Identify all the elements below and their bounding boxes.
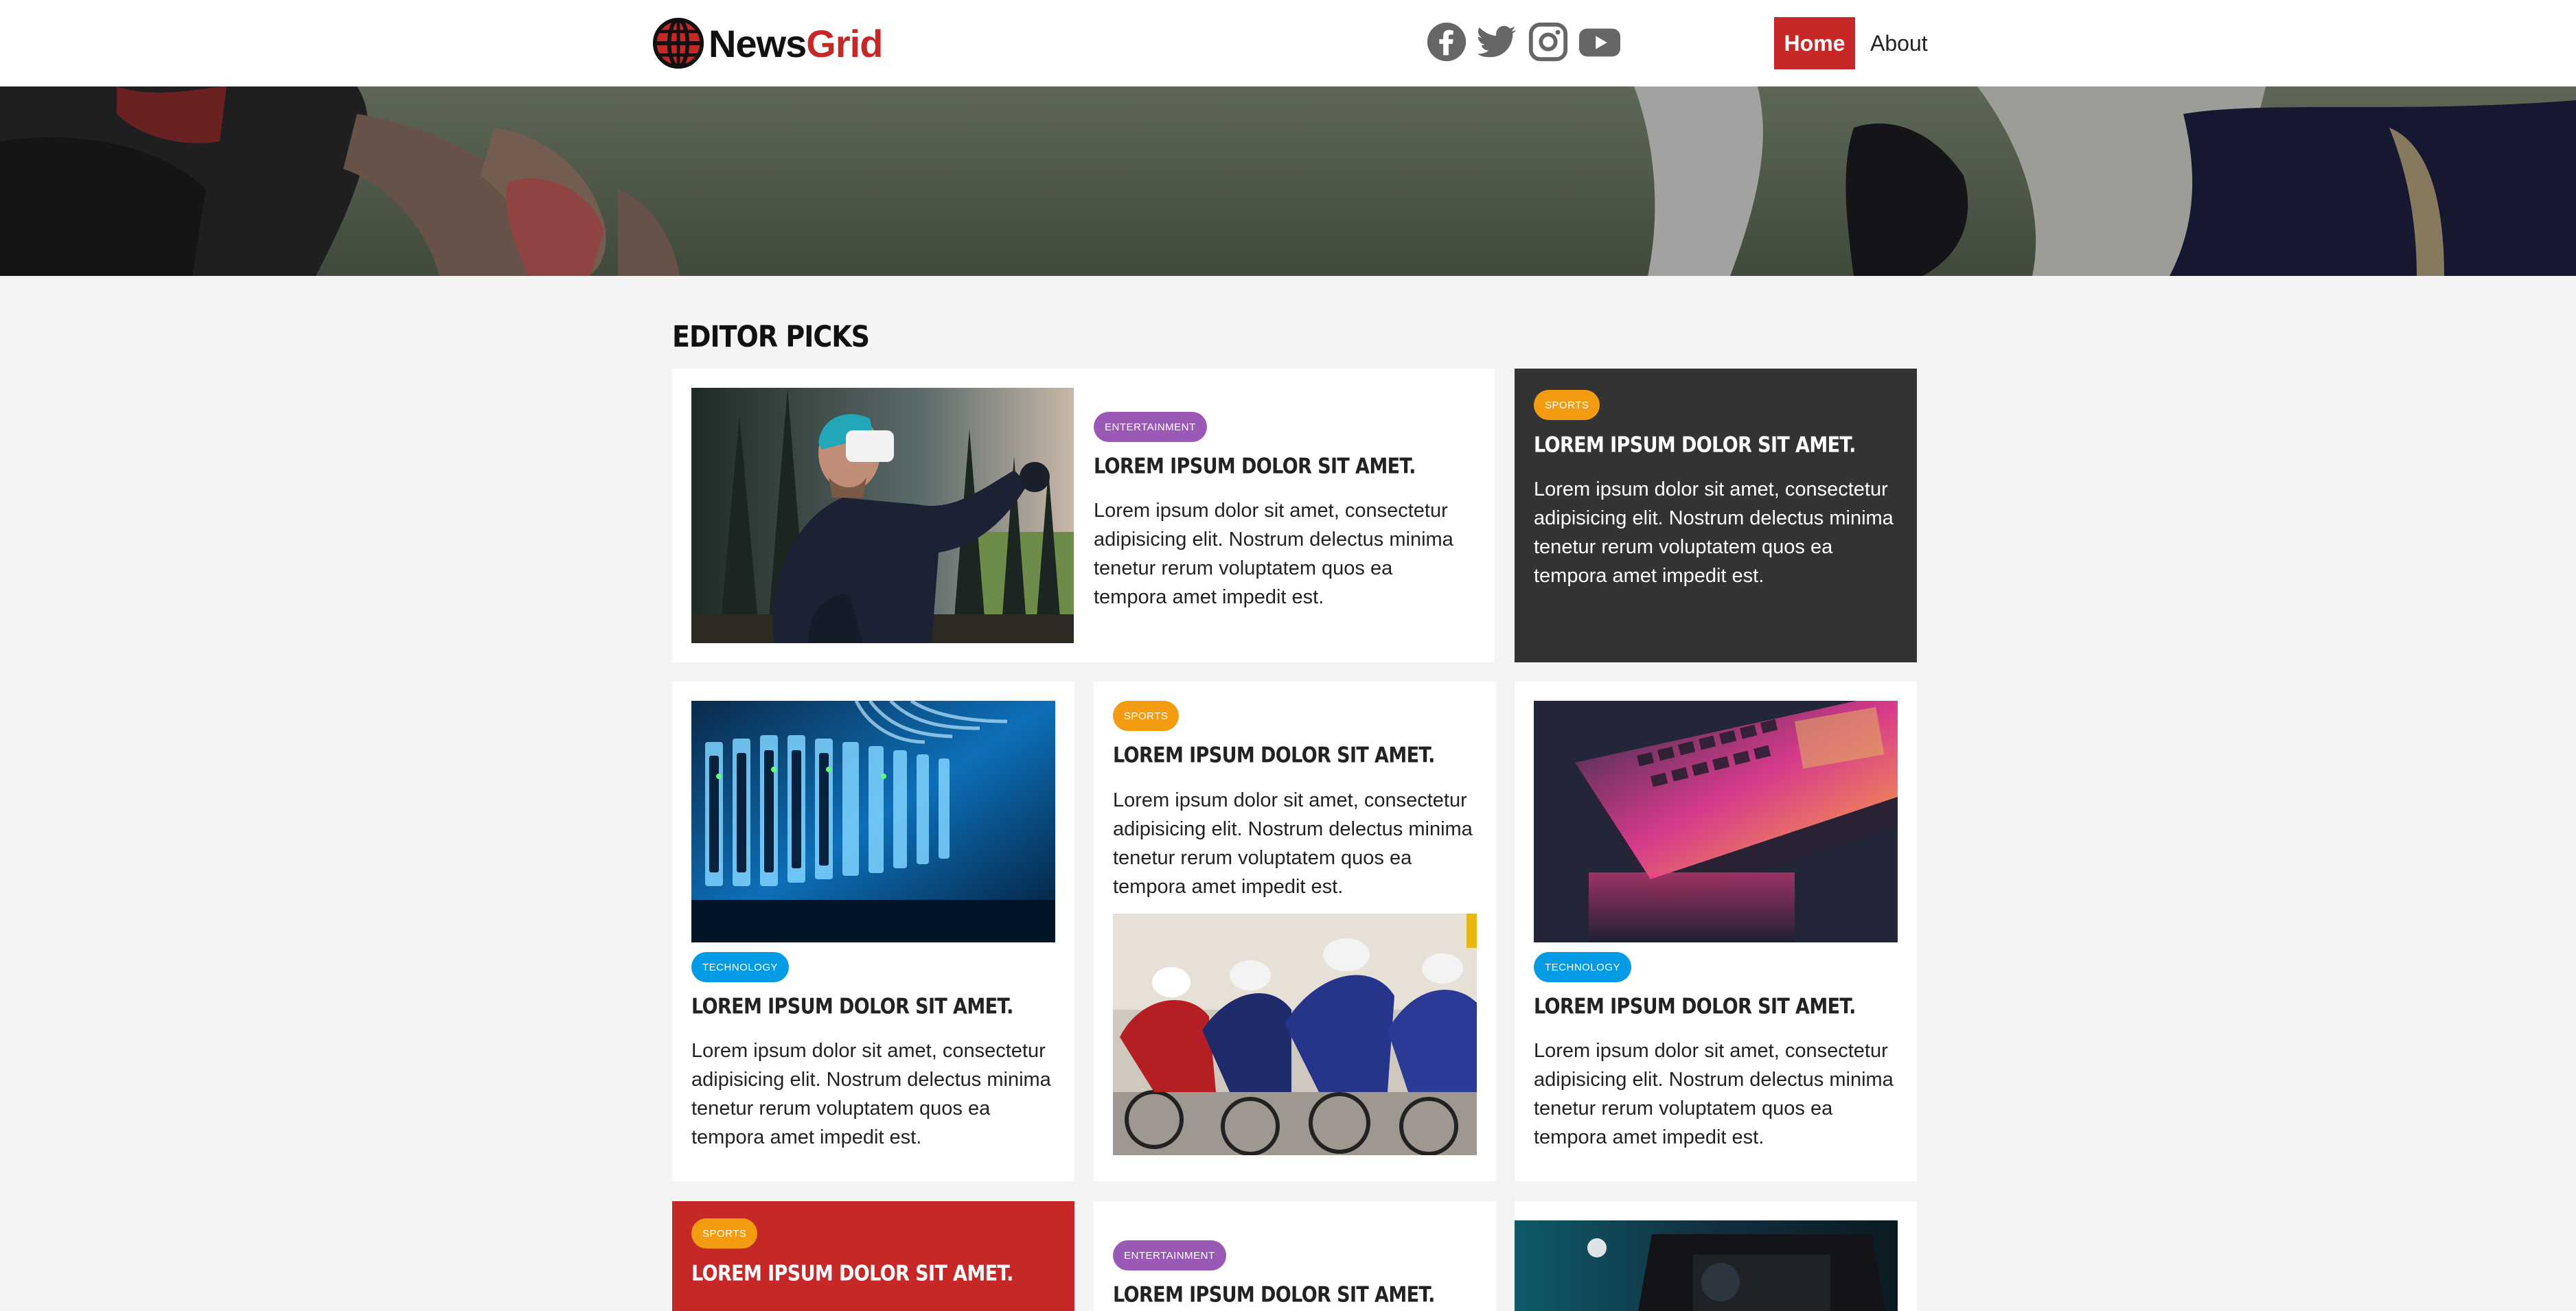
category-badge[interactable]: SPORTS: [1113, 701, 1180, 731]
globe-logo-icon: [652, 17, 704, 69]
vr-headset-photo: [691, 388, 1074, 643]
studio-camera-photo: [1515, 1220, 1898, 1311]
nav-home-link[interactable]: Home: [1774, 17, 1855, 69]
twitter-icon[interactable]: [1476, 21, 1519, 63]
article-card[interactable]: [1515, 1201, 1917, 1311]
nav-about-link[interactable]: About: [1870, 17, 1928, 69]
article-card[interactable]: ENTERTAINMENT LOREM IPSUM DOLOR SIT AMET…: [1094, 1201, 1496, 1311]
cyclists-photo: [1113, 914, 1477, 1155]
article-excerpt: Lorem ipsum dolor sit amet, consectetur …: [1113, 789, 1473, 898]
site-header: NewsGrid Home About: [0, 0, 2576, 86]
facebook-icon[interactable]: [1425, 21, 1468, 63]
article-card[interactable]: TECHNOLOGY LOREM IPSUM DOLOR SIT AMET. L…: [672, 682, 1074, 1181]
main-nav: Home About: [1774, 17, 1928, 69]
article-title[interactable]: LOREM IPSUM DOLOR SIT AMET.: [1534, 995, 1856, 1019]
article-title[interactable]: LOREM IPSUM DOLOR SIT AMET.: [1534, 433, 1856, 458]
article-card[interactable]: SPORTS LOREM IPSUM DOLOR SIT AMET. Lorem…: [1515, 369, 1917, 662]
article-image: [1113, 914, 1477, 1155]
article-title[interactable]: LOREM IPSUM DOLOR SIT AMET.: [691, 995, 1013, 1019]
category-badge[interactable]: TECHNOLOGY: [1534, 952, 1632, 982]
article-card[interactable]: SPORTS LOREM IPSUM DOLOR SIT AMET.: [672, 1201, 1074, 1311]
article-image: [1534, 701, 1898, 942]
article-card[interactable]: SPORTS LOREM IPSUM DOLOR SIT AMET. Lorem…: [1094, 682, 1496, 1181]
article-image: [691, 701, 1055, 942]
article-excerpt: Lorem ipsum dolor sit amet, consectetur …: [1094, 500, 1453, 608]
article-image: [1515, 1220, 1898, 1311]
laptop-keyboard-photo: [1534, 701, 1898, 942]
youtube-icon[interactable]: [1578, 21, 1622, 63]
article-excerpt: Lorem ipsum dolor sit amet, consectetur …: [1534, 1040, 1894, 1148]
social-links: [1425, 21, 1630, 63]
article-title[interactable]: LOREM IPSUM DOLOR SIT AMET.: [1113, 743, 1435, 768]
brand-name: NewsGrid: [709, 21, 883, 66]
article-card[interactable]: TECHNOLOGY LOREM IPSUM DOLOR SIT AMET. L…: [1515, 682, 1917, 1181]
article-title[interactable]: LOREM IPSUM DOLOR SIT AMET.: [1094, 454, 1416, 479]
brand-name-part1: News: [709, 21, 807, 65]
category-badge[interactable]: SPORTS: [691, 1218, 758, 1249]
article-image: [691, 388, 1074, 643]
article-excerpt: Lorem ipsum dolor sit amet, consectetur …: [1534, 478, 1894, 587]
category-badge[interactable]: ENTERTAINMENT: [1094, 412, 1207, 442]
hero-banner-image: [0, 86, 2576, 276]
article-title[interactable]: LOREM IPSUM DOLOR SIT AMET.: [691, 1262, 1013, 1286]
category-badge[interactable]: SPORTS: [1534, 390, 1600, 420]
category-badge[interactable]: TECHNOLOGY: [691, 952, 790, 982]
article-title[interactable]: LOREM IPSUM DOLOR SIT AMET.: [1113, 1283, 1435, 1308]
server-rack-photo: [691, 701, 1055, 942]
site-logo[interactable]: NewsGrid: [652, 16, 883, 70]
brand-name-part2: Grid: [806, 21, 883, 65]
instagram-icon[interactable]: [1527, 21, 1569, 63]
category-badge[interactable]: ENTERTAINMENT: [1113, 1240, 1226, 1271]
hero-football-players-photo: [0, 86, 2576, 276]
section-title: EDITOR PICKS: [672, 320, 870, 354]
article-excerpt: Lorem ipsum dolor sit amet, consectetur …: [691, 1040, 1051, 1148]
article-card[interactable]: ENTERTAINMENT LOREM IPSUM DOLOR SIT AMET…: [672, 369, 1495, 662]
